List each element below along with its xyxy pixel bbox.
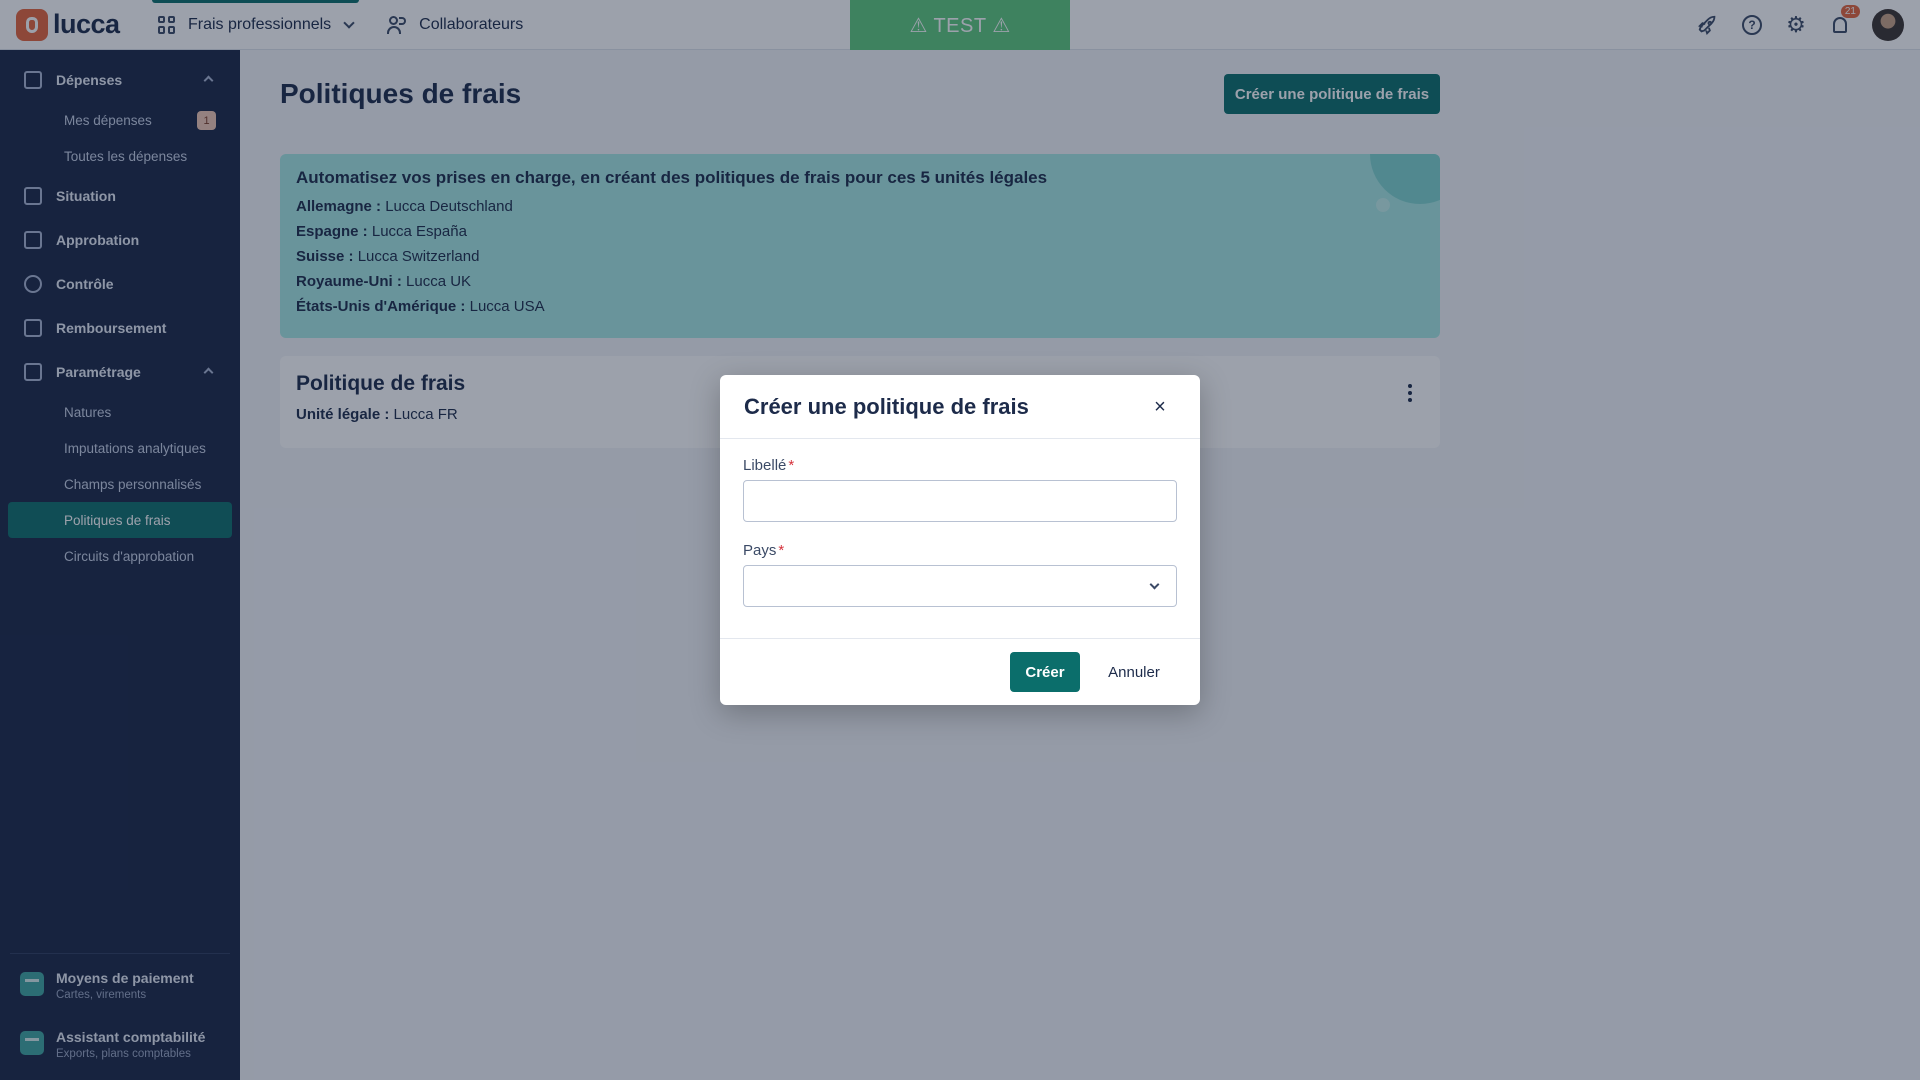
- field-label-text: Pays: [743, 542, 777, 559]
- pays-select[interactable]: [743, 565, 1177, 607]
- dialog-header: Créer une politique de frais ×: [720, 375, 1200, 439]
- close-icon[interactable]: ×: [1150, 396, 1170, 418]
- dialog-footer: Créer Annuler: [720, 639, 1200, 705]
- create-policy-dialog: Créer une politique de frais × Libellé * …: [720, 375, 1200, 705]
- dialog-title: Créer une politique de frais: [744, 393, 1029, 419]
- required-marker: *: [788, 457, 795, 474]
- required-marker: *: [778, 542, 785, 559]
- cancel-button[interactable]: Annuler: [1092, 652, 1176, 692]
- libelle-label: Libellé *: [743, 457, 1177, 474]
- chevron-down-icon: [1149, 579, 1160, 590]
- field-label-text: Libellé: [743, 457, 787, 474]
- dialog-body: Libellé * Pays *: [720, 439, 1200, 639]
- libelle-input[interactable]: [743, 480, 1177, 522]
- create-button[interactable]: Créer: [1010, 652, 1080, 692]
- pays-label: Pays *: [743, 542, 1177, 559]
